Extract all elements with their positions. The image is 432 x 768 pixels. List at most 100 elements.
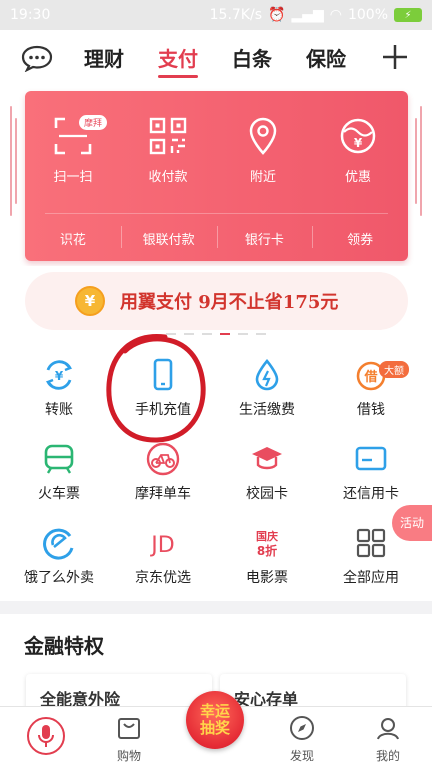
battery-icon: ⚡ — [394, 8, 422, 22]
flower-recognition-link[interactable]: 识花 — [25, 229, 121, 248]
service-utilities[interactable]: 生活缴费 — [213, 358, 321, 419]
train-icon — [44, 444, 74, 474]
qrcode-icon — [149, 117, 187, 155]
mobai-badge: 摩拜 — [79, 115, 108, 130]
service-label: 生活缴费 — [239, 402, 295, 418]
nav-shopping[interactable]: 购物 — [99, 715, 159, 764]
section-title: 金融特权 — [24, 634, 104, 658]
service-campus-card[interactable]: 校园卡 — [213, 442, 321, 503]
service-label: 饿了么外卖 — [24, 570, 94, 586]
compass-icon — [290, 716, 314, 740]
carousel-indicator — [0, 333, 432, 335]
service-mobike[interactable]: 摩拜单车 — [109, 442, 217, 503]
alarm-icon: ⏰ — [268, 7, 286, 23]
credit-card-icon — [355, 446, 387, 471]
service-loan[interactable]: 借 借钱 大额 — [317, 358, 425, 419]
card-edge-decoration — [15, 118, 17, 204]
svg-text:国庆: 国庆 — [256, 529, 278, 543]
top-nav: 理财 支付 白条 保险 — [0, 30, 432, 88]
activity-tab[interactable]: 活动 — [392, 505, 432, 541]
get-coupon-link[interactable]: 领券 — [312, 226, 408, 248]
card-edge-decoration — [415, 118, 417, 204]
service-train-ticket[interactable]: 火车票 — [5, 442, 113, 503]
service-jd-select[interactable]: JD 京东优选 — [109, 526, 217, 587]
service-credit-card-repay[interactable]: 还信用卡 — [317, 442, 425, 503]
shopping-bag-icon — [118, 718, 140, 739]
microphone-icon — [38, 725, 54, 747]
svg-text:借: 借 — [363, 369, 377, 385]
lucky-draw-line2: 抽奖 — [199, 719, 230, 737]
discount-button[interactable]: ¥ 优惠 — [323, 116, 393, 185]
promo-text: 用翼支付 9月不止省175元 — [120, 292, 339, 313]
service-label: 手机充值 — [135, 402, 191, 418]
nav-label: 购物 — [116, 749, 141, 763]
unionpay-link[interactable]: 银联付款 — [120, 226, 217, 248]
signal-icon: ▂▄▆ — [291, 7, 324, 23]
service-label: 摩拜单车 — [135, 486, 191, 502]
promo-area: ¥ 用翼支付 9月不止省175元 — [0, 266, 432, 346]
pay-card: 扫一扫 摩拜 收付款 附近 ¥ 优惠 识花 银联付款 银行卡 领券 — [25, 91, 408, 261]
carousel-dot — [202, 333, 212, 335]
nearby-label: 附近 — [249, 170, 276, 185]
location-pin-icon — [249, 117, 277, 155]
service-transfer[interactable]: ¥ 转账 — [5, 358, 113, 419]
svg-text:8折: 8折 — [257, 543, 277, 558]
receive-pay-button[interactable]: 收付款 — [133, 116, 203, 185]
service-label: 京东优选 — [135, 570, 191, 586]
service-label: 全部应用 — [343, 570, 399, 586]
nearby-button[interactable]: 附近 — [228, 116, 298, 185]
service-movie-ticket[interactable]: 国庆 8折 电影票 — [213, 526, 321, 587]
lucky-draw-line1: 幸运 — [199, 702, 230, 720]
transfer-yen-icon: ¥ — [45, 360, 73, 390]
receive-pay-label: 收付款 — [148, 170, 188, 185]
nav-mine[interactable]: 我的 — [358, 715, 418, 764]
card-sub-actions: 识花 银联付款 银行卡 领券 — [25, 216, 408, 261]
card-divider — [45, 213, 388, 214]
bicycle-icon — [146, 442, 180, 476]
service-label: 火车票 — [38, 486, 80, 502]
tab-pay[interactable]: 支付 — [158, 30, 198, 88]
tab-insurance[interactable]: 保险 — [306, 30, 346, 88]
status-bar: 19:30 15.7K/s ⏰ ▂▄▆ ◠ 100% ⚡ — [0, 0, 432, 30]
bottom-nav: 购物 幸运 抽奖 发现 我的 — [0, 691, 432, 768]
battery-level: 100% — [347, 7, 388, 23]
mobile-phone-icon — [153, 358, 173, 391]
service-label: 还信用卡 — [343, 486, 399, 502]
nav-label: 我的 — [375, 749, 400, 763]
eleme-icon — [43, 528, 74, 560]
promo-banner[interactable]: ¥ 用翼支付 9月不止省175元 — [25, 272, 408, 330]
all-apps-grid-icon — [356, 528, 386, 558]
national-day-discount-icon: 国庆 8折 — [256, 529, 278, 558]
service-label: 校园卡 — [246, 486, 288, 502]
nav-discover[interactable]: 发现 — [272, 715, 332, 764]
coin-icon: ¥ — [75, 286, 105, 316]
nav-label: 发现 — [289, 749, 314, 763]
plus-icon[interactable] — [380, 42, 410, 72]
pay-card-area: 扫一扫 摩拜 收付款 附近 ¥ 优惠 识花 银联付款 银行卡 领券 — [0, 88, 432, 266]
carousel-dot — [166, 333, 176, 335]
carousel-dot — [256, 333, 266, 335]
bank-card-link[interactable]: 银行卡 — [216, 226, 313, 248]
card-edge-decoration — [420, 106, 422, 216]
message-icon[interactable] — [20, 44, 54, 72]
service-label: 电影票 — [246, 570, 288, 586]
lucky-draw-button[interactable]: 幸运 抽奖 — [186, 691, 244, 749]
wifi-icon: ◠ — [329, 7, 342, 23]
svg-text:¥: ¥ — [55, 369, 64, 383]
water-drop-icon — [255, 358, 279, 391]
carousel-dot-active — [220, 333, 230, 335]
service-mobile-recharge[interactable]: 手机充值 — [109, 358, 217, 419]
voice-button[interactable] — [27, 717, 65, 755]
carousel-dot — [238, 333, 248, 335]
tab-wealth[interactable]: 理财 — [84, 30, 124, 88]
graduation-cap-icon — [252, 447, 282, 470]
top-tabs: 理财 支付 白条 保险 — [84, 30, 346, 88]
service-eleme[interactable]: 饿了么外卖 — [5, 526, 113, 587]
carousel-dot — [184, 333, 194, 335]
coupon-yen-icon: ¥ — [340, 118, 376, 154]
user-icon — [377, 718, 399, 740]
svg-text:¥: ¥ — [354, 136, 363, 150]
network-speed: 15.7K/s — [209, 7, 262, 23]
tab-baitiao[interactable]: 白条 — [232, 30, 272, 88]
svg-text:JD: JD — [149, 533, 174, 558]
